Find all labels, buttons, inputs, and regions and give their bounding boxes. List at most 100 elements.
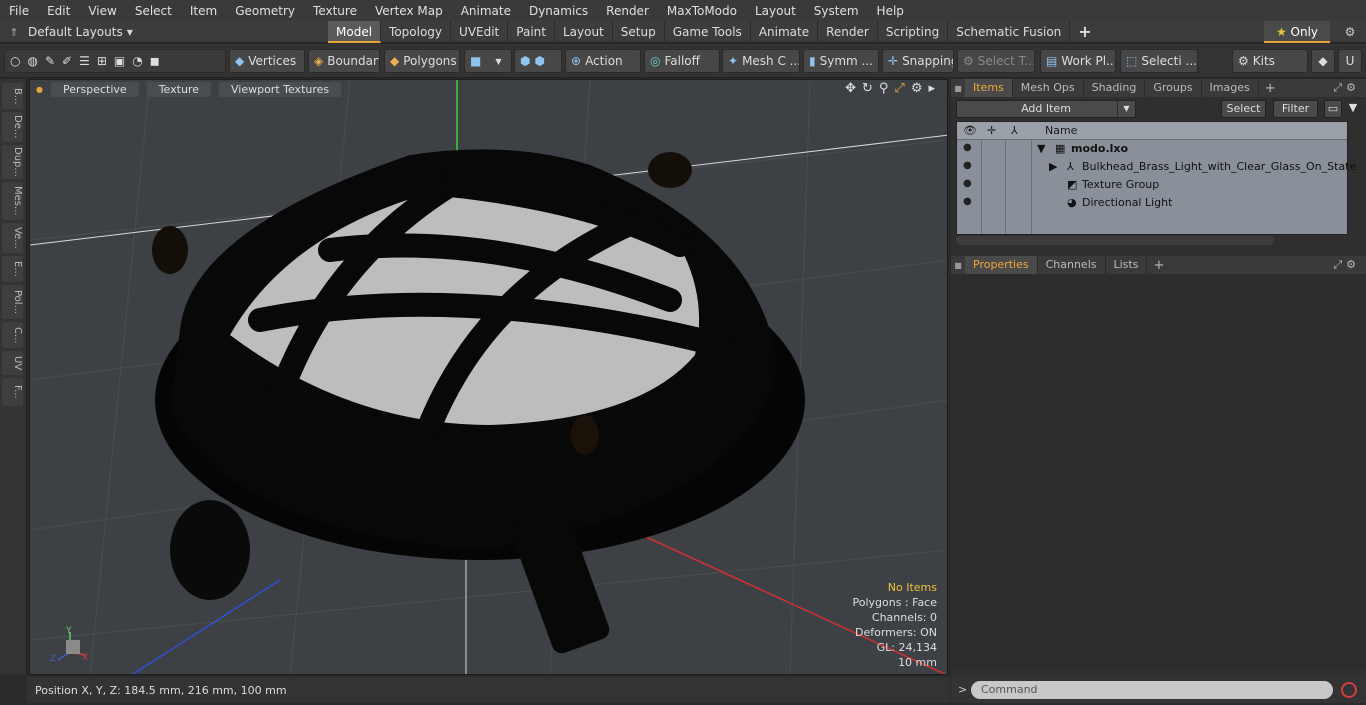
gear-icon[interactable]: ⚙ [1338, 21, 1362, 43]
funnel-icon[interactable]: ▼ [1345, 100, 1361, 118]
menu-texture[interactable]: Texture [304, 4, 366, 18]
boundary-button[interactable]: ◈ Boundary [308, 49, 380, 73]
filter-button[interactable]: Filter [1273, 100, 1318, 118]
up-arrow-icon[interactable]: ⇑ [0, 26, 28, 39]
left-tab-basic[interactable]: B... [2, 83, 23, 109]
rotate-icon[interactable]: ◔ [132, 54, 142, 68]
menu-geometry[interactable]: Geometry [226, 4, 304, 18]
expand-arrow-icon[interactable]: ▼ [1037, 142, 1045, 155]
menu-select[interactable]: Select [126, 4, 181, 18]
panel-options-icons[interactable]: ⤢⚙ [1333, 81, 1360, 95]
tab-schematic-fusion[interactable]: Schematic Fusion [948, 21, 1071, 43]
kits-button[interactable]: ⚙ Kits [1232, 49, 1308, 73]
work-plane-button[interactable]: ▤ Work Pl... [1040, 49, 1116, 73]
menu-view[interactable]: View [79, 4, 125, 18]
menu-render[interactable]: Render [597, 4, 658, 18]
unity-icon[interactable]: ◆ [1311, 49, 1335, 73]
center-icon[interactable]: ⊞ [97, 54, 107, 68]
tab-uvedit[interactable]: UVEdit [451, 21, 509, 43]
item-mode-dropdown[interactable]: ■ ▼ [464, 49, 512, 73]
name-column-header[interactable]: Name [1045, 124, 1077, 137]
pan-icon[interactable]: ✥ [845, 81, 856, 96]
zoom-icon[interactable]: ⚲ [879, 81, 889, 96]
menu-edit[interactable]: Edit [38, 4, 79, 18]
falloff-button[interactable]: ◎ Falloff [644, 49, 720, 73]
panel-options-icons[interactable]: ⤢⚙ [1333, 258, 1360, 272]
tab-items[interactable]: Items [965, 79, 1013, 97]
eye-icon[interactable]: ● [963, 160, 972, 171]
shade-icon[interactable]: ◼ [150, 54, 160, 68]
eye-icon[interactable]: ● [963, 196, 972, 207]
component-modes[interactable]: ⬢ ⬢ [514, 49, 562, 73]
tab-groups[interactable]: Groups [1145, 79, 1202, 97]
left-tab-curve[interactable]: C... [2, 322, 23, 348]
orbit-icon[interactable]: ↻ [862, 81, 873, 96]
tab-mesh-ops[interactable]: Mesh Ops [1013, 79, 1084, 97]
circle-select-icon[interactable]: ○ [10, 54, 20, 68]
symmetry-button[interactable]: ▮ Symm ... [803, 49, 879, 73]
tab-shading[interactable]: Shading [1084, 79, 1146, 97]
texture-dropdown[interactable]: Texture [146, 81, 211, 97]
vertices-button[interactable]: ◆ Vertices [229, 49, 305, 73]
viewport-gear-icon[interactable]: ⚙ [911, 81, 923, 96]
tab-images[interactable]: Images [1202, 79, 1259, 97]
perspective-dropdown[interactable]: Perspective [50, 81, 139, 97]
tree-row[interactable]: ● ▼ ▦ modo.lxo [957, 140, 1347, 158]
expand-arrow-icon[interactable]: ▶ [1049, 160, 1057, 173]
tab-game-tools[interactable]: Game Tools [665, 21, 751, 43]
add-tab-icon[interactable]: + [1147, 258, 1170, 273]
add-tab-icon[interactable]: + [1259, 81, 1282, 96]
selection-sets-button[interactable]: ⬚ Selecti ... [1120, 49, 1198, 73]
maximize-icon[interactable]: ⤢ [894, 81, 904, 96]
menu-item[interactable]: Item [181, 4, 226, 18]
left-tab-mesh-edit[interactable]: Mes... [2, 182, 23, 220]
menu-file[interactable]: File [0, 4, 38, 18]
menu-help[interactable]: Help [868, 4, 913, 18]
select-through-button[interactable]: ⚙ Select T... [957, 49, 1035, 73]
tab-setup[interactable]: Setup [613, 21, 665, 43]
eye-icon[interactable]: ● [963, 178, 972, 189]
viewport-menu-dot-icon[interactable]: ● [36, 85, 43, 94]
add-item-button[interactable]: Add Item ▼ [956, 100, 1136, 118]
left-tab-edge[interactable]: E... [2, 256, 23, 282]
menu-animate[interactable]: Animate [452, 4, 520, 18]
tab-paint[interactable]: Paint [508, 21, 555, 43]
menu-maxtomodo[interactable]: MaxToModo [658, 4, 746, 18]
chevron-down-icon[interactable]: ▼ [1117, 101, 1135, 117]
tab-render[interactable]: Render [818, 21, 878, 43]
tree-row[interactable]: ● ◕ Directional Light [957, 194, 1347, 212]
left-tab-polygon[interactable]: Pol... [2, 285, 23, 319]
viewport-textures-dropdown[interactable]: Viewport Textures [218, 81, 342, 97]
command-input[interactable]: Command [971, 681, 1333, 699]
tab-layout[interactable]: Layout [555, 21, 613, 43]
tree-row[interactable]: ● ◩ Texture Group [957, 176, 1347, 194]
align-icon[interactable]: ☰ [79, 54, 90, 68]
left-tab-deform[interactable]: De... [2, 112, 23, 142]
snapping-button[interactable]: ✛ Snapping [882, 49, 954, 73]
select-button[interactable]: Select [1221, 100, 1266, 118]
menu-layout[interactable]: Layout [746, 4, 805, 18]
globe-icon[interactable]: ◍ [27, 54, 37, 68]
brush-icon[interactable]: ✐ [62, 54, 72, 68]
menu-vertex-map[interactable]: Vertex Map [366, 4, 452, 18]
only-toggle[interactable]: ★ Only [1264, 21, 1330, 43]
tree-horizontal-scrollbar[interactable] [956, 236, 1274, 245]
tab-lists[interactable]: Lists [1106, 256, 1148, 274]
collapse-icon[interactable]: ▭ [1324, 100, 1342, 118]
action-button[interactable]: ⊕ Action [565, 49, 641, 73]
unreal-icon[interactable]: U [1338, 49, 1362, 73]
left-tab-uv[interactable]: UV [2, 351, 23, 375]
tab-scripting[interactable]: Scripting [878, 21, 949, 43]
snap-box-icon[interactable]: ▣ [114, 54, 125, 68]
play-arrow-icon[interactable]: ▸ [928, 81, 935, 96]
add-tab-plus-icon[interactable]: + [1070, 21, 1099, 43]
tab-topology[interactable]: Topology [381, 21, 452, 43]
menu-system[interactable]: System [805, 4, 868, 18]
left-tab-duplicate[interactable]: Dup... [2, 145, 23, 179]
tab-channels[interactable]: Channels [1038, 256, 1106, 274]
panel-menu-icon[interactable]: ■ [951, 261, 965, 270]
polygons-button[interactable]: ◆ Polygons [384, 49, 460, 73]
record-icon[interactable] [1341, 682, 1357, 698]
left-tab-vertex[interactable]: Ve... [2, 223, 23, 253]
mesh-constraint-button[interactable]: ✦ Mesh C ... [722, 49, 800, 73]
